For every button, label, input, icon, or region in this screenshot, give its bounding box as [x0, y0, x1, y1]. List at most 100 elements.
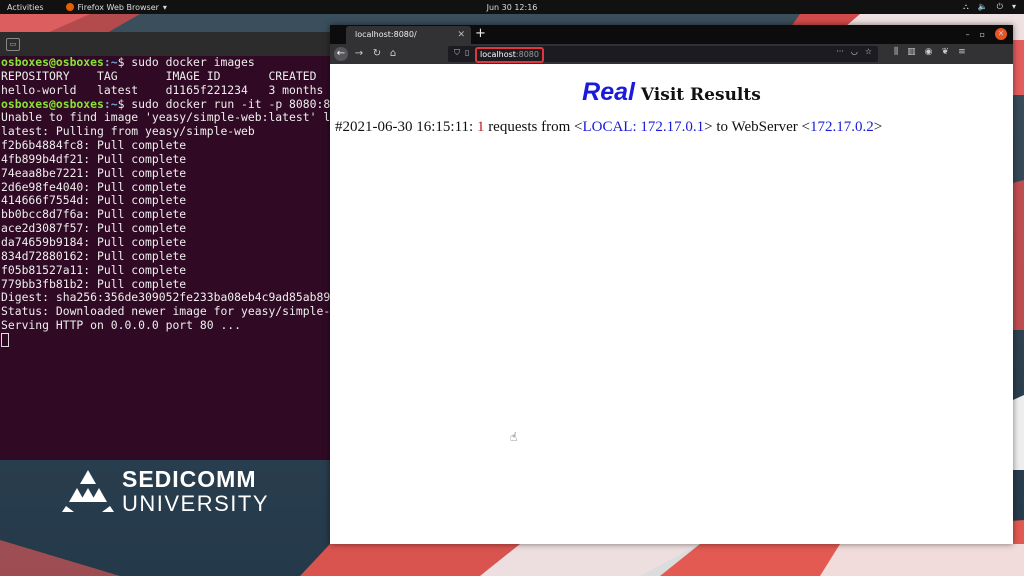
bookmark-star-icon[interactable]: ☆ — [865, 47, 872, 56]
toolbar-icons: ⫼ ▥ ◉ ❦ ≡ — [894, 47, 966, 57]
new-tab-icon[interactable]: ▭ — [6, 38, 20, 51]
terminal-line: 74eaa8be7221: Pull complete — [1, 165, 330, 181]
visit-text-3: > — [873, 119, 883, 135]
terminal-text: 779bb3fb81b2: Pull complete — [1, 276, 187, 291]
logo-text-line2: UNIVERSITY — [122, 491, 270, 516]
terminal-text: f05b81527a11: Pull complete — [1, 262, 187, 277]
page-icon[interactable]: ▯ — [465, 48, 469, 58]
terminal-text: 2d6e98fe4040: Pull complete — [1, 179, 187, 194]
mouse-pointer-icon: ☝ — [510, 430, 518, 444]
terminal-line: REPOSITORY TAG IMAGE ID CREATED — [1, 68, 330, 84]
sidebar-icon[interactable]: ▥ — [907, 47, 916, 57]
page-actions-icon[interactable]: ··· — [836, 47, 844, 56]
pocket-icon[interactable]: ◡ — [851, 47, 858, 56]
terminal-titlebar[interactable]: ▭ — [0, 32, 330, 56]
firefox-window[interactable]: localhost:8080/ ✕ + – ▫ ✕ ← → ↻ ⌂ ⛉ ▯ lo… — [330, 25, 1013, 544]
close-tab-icon[interactable]: ✕ — [457, 26, 465, 44]
terminal-line: f2b6b4884fc8: Pull complete — [1, 138, 330, 153]
terminal-line: Digest: sha256:356de309052fe233ba08eb4c9… — [1, 290, 330, 305]
terminal-text: REPOSITORY TAG IMAGE ID CREATED — [1, 68, 317, 83]
library-icon[interactable]: ⫼ — [894, 47, 898, 57]
terminal-line: bb0bcc8d7f6a: Pull complete — [1, 207, 330, 222]
visit-timestamp: #2021-06-30 16:15:11: — [335, 119, 477, 135]
url-host: localhost — [480, 50, 516, 59]
top-panel: Activities Firefox Web Browser ▾ Jun 30 … — [0, 0, 1024, 14]
terminal-text: f2b6b4884fc8: Pull complete — [1, 138, 187, 153]
forward-button[interactable]: → — [352, 47, 366, 61]
page-title-rest: Visit Results — [634, 85, 761, 105]
maximize-icon[interactable]: ▫ — [980, 30, 985, 39]
visit-record: #2021-06-30 16:15:11: 1 requests from <L… — [335, 119, 882, 136]
local-address: LOCAL: 172.17.0.1 — [582, 119, 705, 135]
page-content: Real Visit Results #2021-06-30 16:15:11:… — [330, 64, 1013, 544]
terminal-line: f05b81527a11: Pull complete — [1, 262, 330, 278]
tab-label: localhost:8080/ — [355, 30, 417, 39]
system-tray[interactable]: ⛬ 🔈 ⏻ ▾ — [963, 2, 1016, 12]
url-port: :8080 — [515, 50, 539, 59]
volume-icon[interactable]: 🔈 — [978, 2, 988, 12]
shield-icon[interactable]: ⛉ — [454, 48, 460, 58]
terminal-text: bb0bcc8d7f6a: Pull complete — [1, 207, 187, 222]
terminal-text: 4fb899b4df21: Pull complete — [1, 151, 187, 166]
terminal-line: 2d6e98fe4040: Pull complete — [1, 179, 330, 195]
terminal-window[interactable]: ▭ osboxes@osboxes:~$ sudo docker images R… — [0, 32, 330, 460]
terminal-cursor-line — [1, 332, 330, 347]
visit-text-2: > to WebServer < — [704, 119, 810, 135]
close-window-icon[interactable]: ✕ — [995, 28, 1007, 40]
page-title-emphasis: Real — [582, 78, 635, 106]
network-icon[interactable]: ⛬ — [963, 2, 969, 12]
terminal-line: 414666f7554d: Pull complete — [1, 194, 330, 208]
terminal-line: Status: Downloaded newer image for yeasy… — [1, 304, 330, 319]
app-menu[interactable]: Firefox Web Browser ▾ — [65, 2, 167, 12]
url-bar[interactable]: ⛉ ▯ localhost:8080 ··· ◡ ☆ — [448, 46, 878, 63]
terminal-line: 779bb3fb81b2: Pull complete — [1, 276, 330, 292]
back-button[interactable]: ← — [334, 47, 348, 61]
extension-icon[interactable]: ❦ — [942, 47, 950, 57]
sedicomm-logo-mark — [62, 470, 114, 512]
url-text[interactable]: localhost:8080 — [475, 47, 544, 63]
page-title: Real Visit Results — [330, 78, 1013, 107]
home-button[interactable]: ⌂ — [386, 47, 400, 61]
terminal-text: 414666f7554d: Pull complete — [1, 193, 187, 208]
terminal-line: 4fb899b4df21: Pull complete — [1, 151, 330, 167]
new-tab-button[interactable]: + — [475, 25, 486, 43]
app-menu-label: Firefox Web Browser — [77, 2, 159, 12]
window-controls: – ▫ ✕ — [966, 28, 1007, 40]
terminal-line: osboxes@osboxes:~$ sudo docker images — [1, 56, 330, 70]
terminal-line: da74659b9184: Pull complete — [1, 235, 330, 250]
terminal-text: hello-world latest d1165f221234 3 months — [1, 82, 324, 97]
prompt-user: osboxes@osboxes — [1, 56, 104, 69]
prompt-path: :~ — [103, 56, 118, 69]
terminal-text: 74eaa8be7221: Pull complete — [1, 165, 187, 180]
reload-button[interactable]: ↻ — [370, 47, 384, 61]
terminal-output[interactable]: osboxes@osboxes:~$ sudo docker images REP… — [0, 56, 330, 456]
logo-text-line1: SEDICOMM — [122, 466, 257, 492]
terminal-text: latest: Pulling from yeasy/simple-web — [1, 124, 255, 139]
chevron-down-icon[interactable]: ▾ — [1012, 2, 1016, 12]
tab-bar: localhost:8080/ ✕ + – ▫ ✕ — [330, 25, 1013, 44]
power-icon[interactable]: ⏻ — [997, 2, 1003, 12]
minimize-icon[interactable]: – — [966, 30, 970, 39]
hamburger-menu-icon[interactable]: ≡ — [958, 47, 966, 57]
terminal-line: 834d72880162: Pull complete — [1, 249, 330, 264]
terminal-text: Status: Downloaded newer image for yeasy… — [1, 304, 330, 319]
terminal-line: Serving HTTP on 0.0.0.0 port 80 ... — [1, 318, 330, 333]
terminal-cursor — [1, 332, 9, 347]
chevron-down-icon: ▾ — [162, 2, 167, 12]
navigation-toolbar: ← → ↻ ⌂ ⛉ ▯ localhost:8080 ··· ◡ ☆ ⫼ ▥ ◉… — [330, 44, 1013, 64]
prompt-user: osboxes@osboxes — [1, 96, 104, 111]
activities-button[interactable]: Activities — [7, 3, 44, 12]
tab-localhost[interactable]: localhost:8080/ ✕ — [346, 26, 471, 44]
account-icon[interactable]: ◉ — [925, 47, 933, 57]
terminal-line: osboxes@osboxes:~$ sudo docker run -it -… — [1, 96, 330, 112]
server-address: 172.17.0.2 — [809, 119, 874, 135]
sedicomm-logo: SEDICOMM UNIVERSITY — [62, 466, 272, 516]
firefox-icon — [65, 3, 74, 11]
terminal-text: Serving HTTP on 0.0.0.0 port 80 ... — [1, 318, 242, 333]
terminal-text: Digest: sha256:356de309052fe233ba08eb4c9… — [1, 290, 330, 305]
prompt-command: $ sudo docker run -it -p 8080:8 — [117, 96, 330, 111]
terminal-line: ace2d3087f57: Pull complete — [1, 221, 330, 236]
terminal-line: latest: Pulling from yeasy/simple-web — [1, 124, 330, 139]
prompt-command: $ sudo docker images — [117, 56, 255, 69]
terminal-line: Unable to find image 'yeasy/simple-web:l… — [1, 110, 330, 125]
